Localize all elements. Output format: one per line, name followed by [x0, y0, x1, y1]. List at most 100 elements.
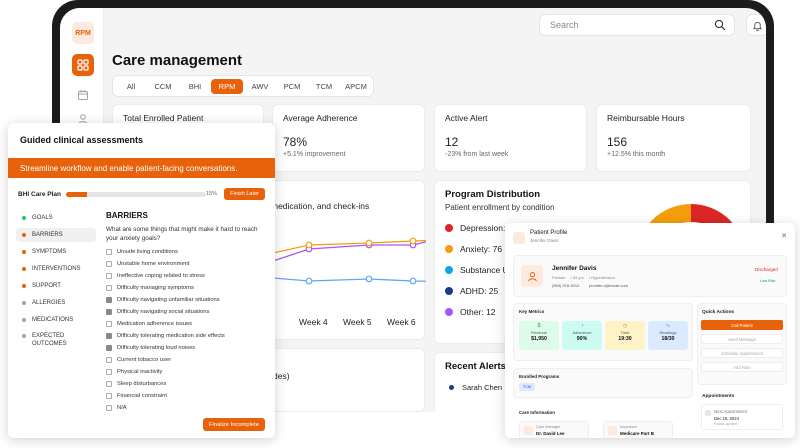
trend-series-line: [273, 277, 426, 282]
step-barriers[interactable]: BARRIERS: [16, 228, 96, 242]
option-checkbox[interactable]: Difficulty navigating unfamiliar situati…: [106, 297, 220, 303]
step-interventions[interactable]: INTERVENTIONS: [16, 262, 96, 276]
send-message-button[interactable]: Send Message: [701, 334, 783, 344]
patient-gender: Female: [552, 275, 566, 280]
option-checkbox[interactable]: Unstable home environment: [106, 261, 190, 267]
lower-left-card: des): [272, 348, 425, 412]
stat-value: 12: [445, 135, 459, 149]
option-checkbox[interactable]: Ineffective coping related to stress: [106, 273, 205, 279]
step-symptoms[interactable]: SYMPTOMS: [16, 245, 96, 259]
checkbox[interactable]: [106, 273, 112, 279]
checkbox-checked[interactable]: [106, 345, 112, 351]
checkbox[interactable]: [106, 321, 112, 327]
checkbox[interactable]: [106, 393, 112, 399]
appointments-title: Appointments: [702, 394, 735, 399]
alert-dot: [449, 385, 454, 390]
tab-tcm[interactable]: TCM: [309, 79, 339, 94]
metric-value: 19:30: [618, 336, 632, 342]
option-checkbox[interactable]: Medication adherence issues: [106, 321, 192, 327]
checkbox-checked[interactable]: [106, 297, 112, 303]
schedule-appointment-button[interactable]: Schedule Appointment: [701, 348, 783, 358]
step-goals[interactable]: GOALS: [16, 211, 96, 225]
checkbox[interactable]: [106, 405, 112, 411]
checkbox[interactable]: [106, 369, 112, 375]
option-checkbox[interactable]: Difficulty managing symptoms: [106, 285, 194, 291]
care-info-value: Dr. David Lee: [536, 431, 565, 436]
patient-profile-panel: Patient Profile Jennifer Davis ✕ Jennife…: [505, 223, 795, 438]
trend-point: [365, 275, 373, 283]
option-checkbox[interactable]: Physical inactivity: [106, 369, 162, 375]
checkbox[interactable]: [106, 381, 112, 387]
tab-apcm[interactable]: APCM: [341, 79, 371, 94]
tab-all[interactable]: All: [117, 79, 145, 94]
partial-text: des): [273, 371, 290, 381]
checkbox[interactable]: [106, 261, 112, 267]
legend-dot: [445, 245, 453, 253]
trend-point: [365, 239, 373, 247]
tab-rpm[interactable]: RPM: [211, 79, 243, 94]
checkbox[interactable]: [106, 357, 112, 363]
option-checkbox[interactable]: Unsafe living conditions: [106, 249, 178, 255]
patient-phone[interactable]: (555) 678-9012: [552, 283, 579, 288]
tab-bhi[interactable]: BHI: [181, 79, 209, 94]
patient-email[interactable]: jennifer.d@email.com: [589, 283, 628, 288]
add-note-button[interactable]: Add Note: [701, 362, 783, 372]
notifications-button[interactable]: [746, 14, 766, 36]
grid-icon: [77, 59, 89, 71]
metric-value: 18/30: [661, 336, 675, 342]
page-title: Care management: [112, 52, 243, 69]
tab-awv[interactable]: AWV: [245, 79, 275, 94]
call-patient-button[interactable]: Call Patient: [701, 320, 783, 330]
care-plan-progress-fill: [66, 192, 87, 197]
appointment-date: Dec 18, 2024: [714, 416, 739, 421]
option-checkbox[interactable]: N/A: [106, 405, 127, 411]
step-medications[interactable]: MEDICATIONS: [16, 313, 96, 327]
step-label: SUPPORT: [32, 283, 61, 289]
option-label: Difficulty navigating unfamiliar situati…: [117, 297, 220, 303]
metric-label: Adherence: [572, 330, 592, 335]
legend-label: Other: 12: [460, 307, 496, 317]
checkbox-checked[interactable]: [106, 333, 112, 339]
trend-point: [305, 241, 313, 249]
question-text: What are some things that might make it …: [106, 226, 258, 242]
tab-ccm[interactable]: CCM: [149, 79, 177, 94]
stat-title: Average Adherence: [283, 113, 358, 123]
stat-title: Reimbursable Hours: [607, 113, 685, 123]
patient-contact: (555) 678-9012 jennifer.d@email.com: [552, 283, 628, 288]
option-label: Physical inactivity: [117, 369, 163, 375]
option-checkbox[interactable]: Current tobacco user: [106, 357, 171, 363]
option-label: Difficulty tolerating loud noises: [117, 345, 196, 351]
sidebar-item-calendar[interactable]: [72, 84, 94, 106]
step-expected-outcomes[interactable]: EXPECTED OUTCOMES: [16, 330, 76, 358]
step-status-dot: [22, 284, 26, 288]
legend-item-substance-use: Substance U: [445, 265, 509, 275]
option-label: Ineffective coping related to stress: [117, 273, 205, 279]
trend-subtitle: medication, and check-ins: [271, 201, 370, 211]
legend-dot: [445, 224, 453, 232]
option-checkbox[interactable]: Difficulty tolerating medication side ef…: [106, 333, 225, 339]
close-icon[interactable]: ✕: [781, 232, 787, 240]
search-icon[interactable]: [714, 19, 726, 31]
legend-item-anxiety: Anxiety: 76: [445, 244, 502, 254]
sidebar-item-dashboard[interactable]: [72, 54, 94, 76]
tab-pcm[interactable]: PCM: [277, 79, 307, 94]
step-status-dot: [22, 267, 26, 271]
option-checkbox[interactable]: Difficulty navigating social situations: [106, 309, 209, 315]
option-checkbox[interactable]: Sleep disturbances: [106, 381, 166, 387]
checkbox-checked[interactable]: [106, 309, 112, 315]
step-support[interactable]: SUPPORT: [16, 279, 96, 293]
step-status-dot: [22, 318, 26, 322]
finish-later-button[interactable]: Finish Later: [224, 188, 265, 200]
search-input[interactable]: Search: [539, 14, 735, 36]
option-checkbox[interactable]: Difficulty tolerating loud noises: [106, 345, 195, 351]
step-allergies[interactable]: ALLERGIES: [16, 296, 96, 310]
legend-dot: [445, 266, 453, 274]
appointment-card[interactable]: Next Appointment Dec 18, 2024 Follow-up …: [701, 404, 783, 430]
step-status-dot: [22, 233, 26, 237]
alert-item[interactable]: Sarah Chen: [449, 383, 502, 392]
quick-actions-section: [697, 303, 787, 385]
checkbox[interactable]: [106, 249, 112, 255]
finalize-incomplete-button[interactable]: Finalize Incomplete: [203, 418, 265, 431]
checkbox[interactable]: [106, 285, 112, 291]
option-checkbox[interactable]: Financial constraint: [106, 393, 167, 399]
